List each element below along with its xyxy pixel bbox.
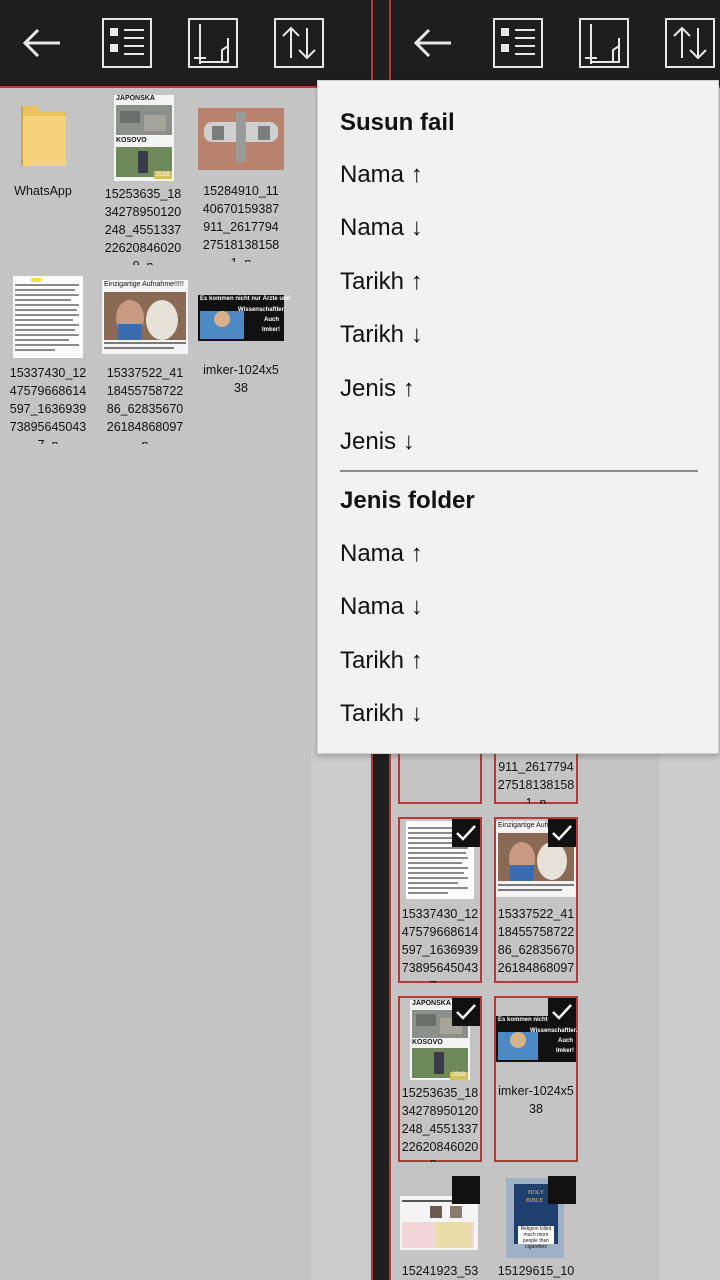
file-name: WhatsApp (14, 184, 72, 198)
selected-file-tile[interactable]: Einzigartige Aufna 15337522_41 184557587… (494, 817, 578, 983)
menu-separator (340, 470, 698, 472)
menu-item-files-type-asc[interactable]: Jenis ↑ (318, 363, 718, 415)
menu-heading-sort-files: Susun fail (340, 109, 455, 136)
thumb-text-imker-1: Es kommen nicht nur Ärzte und (200, 296, 291, 302)
menu-item-files-date-desc[interactable]: Tarikh ↓ (318, 309, 718, 361)
thumb-text-kosovo: KOSOVO (412, 1039, 443, 1046)
thumb-text-japonska: JAPONSKA (116, 95, 155, 102)
thumb-text-einzigartige: Einzigartige Aufnahme!!!!! (104, 281, 184, 288)
checkmark-icon (456, 1004, 476, 1020)
selected-file-tile[interactable]: Es kommen nicht nur Wissenschaftler. Auc… (494, 996, 578, 1162)
menu-item-folders-name-asc[interactable]: Nama ↑ (318, 528, 718, 580)
image-thumbnail: JAPONSKA KOSOVO 2016 (114, 95, 174, 181)
file-name: 15337522_41 18455758722 86_62835670 2618… (106, 366, 184, 444)
view-mode-button[interactable] (102, 18, 152, 68)
right-toolbar (391, 0, 720, 88)
file-name: 15337430_12 47579668614 597_1636939 7389… (401, 907, 479, 983)
sort-menu: Susun fail Nama ↑ Nama ↓ Tarikh ↑ Tarikh… (317, 80, 719, 754)
back-button[interactable] (409, 18, 459, 68)
new-file-icon (579, 18, 629, 68)
file-name: 15253635_18 34278950120 248_4551337 2262… (401, 1086, 479, 1162)
menu-heading-folder-type: Jenis folder (340, 487, 475, 514)
file-name: 15241923_53 (401, 1264, 479, 1278)
file-tile[interactable]: HOLY BIBLE Religion killed much more peo… (494, 1176, 578, 1280)
menu-item-files-type-desc[interactable]: Jenis ↓ (318, 416, 718, 468)
menu-item-folders-name-desc[interactable]: Nama ↓ (318, 581, 718, 633)
menu-item-files-name-desc[interactable]: Nama ↓ (318, 202, 718, 254)
thumb-text-imker-2: Wissenschaftler. (530, 1028, 578, 1034)
menu-item-folders-date-desc[interactable]: Tarikh ↓ (318, 688, 718, 740)
file-name: imker-1024x5 38 (203, 363, 279, 395)
checkbox-checked[interactable] (452, 819, 480, 847)
thumb-text-bible-caption: Religion killed much more people than ci… (520, 1226, 552, 1250)
selected-file-tile[interactable]: 15337430_12 47579668614 597_1636939 7389… (398, 817, 482, 983)
thumb-text-imker-3: Auch (264, 317, 279, 323)
checkbox-checked[interactable] (548, 998, 576, 1026)
thumb-text-kosovo: KOSOVO (116, 137, 147, 144)
back-arrow-icon (413, 28, 451, 58)
folder-icon (0, 100, 86, 172)
thumb-text-einzigartige: Einzigartige Aufna (498, 822, 555, 829)
image-thumbnail (400, 1196, 478, 1250)
checkbox-checked[interactable] (548, 819, 576, 847)
image-thumbnail (13, 276, 83, 358)
thumb-text-imker-4: Imker! (556, 1048, 575, 1054)
back-arrow-icon (22, 28, 60, 58)
thumb-text-imker-4: Imker! (262, 327, 281, 333)
thumb-text-bible-1: HOLY (528, 1190, 545, 1196)
new-file-icon (188, 18, 238, 68)
list-view-icon (102, 18, 152, 68)
file-tile[interactable]: 15241923_53 (398, 1176, 482, 1280)
thumb-text-year: 2016 (156, 172, 170, 178)
file-name: 911_2617794 27518138158 1_n (497, 760, 575, 804)
file-name: 15129615_10 (497, 1264, 575, 1278)
thumb-text-japonska: JAPONSKA (412, 1000, 451, 1007)
checkbox-unchecked[interactable] (548, 1176, 576, 1204)
checkbox-unchecked[interactable] (452, 1176, 480, 1204)
file-name: 15337430_12 47579668614 597_1636939 7389… (9, 366, 87, 444)
file-name: 15253635_18 34278950120 248_4551337 2262… (104, 187, 182, 265)
sort-button[interactable] (274, 18, 324, 68)
back-button[interactable] (18, 18, 68, 68)
sort-icon (665, 18, 715, 68)
list-view-icon (493, 18, 543, 68)
checkmark-icon (552, 825, 572, 841)
new-file-button[interactable] (579, 18, 629, 68)
new-file-button[interactable] (188, 18, 238, 68)
sort-button[interactable] (665, 18, 715, 68)
file-name: 15337522_41 18455758722 86_62835670 2618… (497, 907, 575, 983)
menu-item-files-name-asc[interactable]: Nama ↑ (318, 149, 718, 201)
checkmark-icon (552, 1004, 572, 1020)
checkmark-icon (456, 825, 476, 841)
image-thumbnail (198, 108, 284, 170)
thumb-text-imker-3: Auch (558, 1038, 573, 1044)
thumb-text-bible-2: BIBLE (526, 1198, 544, 1204)
menu-item-files-date-asc[interactable]: Tarikh ↑ (318, 256, 718, 308)
sort-icon (274, 18, 324, 68)
file-name: imker-1024x5 38 (498, 1084, 574, 1116)
file-name: 15284910_11 40670159387 911_2617794 2751… (202, 184, 280, 262)
image-thumbnail: Einzigartige Aufnahme!!!!! (102, 280, 188, 354)
thumb-text-year: 2016 (452, 1072, 466, 1078)
image-thumbnail: Es kommen nicht nur Ärzte und Wissenscha… (198, 295, 290, 341)
selected-file-tile[interactable]: JAPONSKA KOSOVO 2016 15253635_18 3427895… (398, 996, 482, 1162)
menu-item-folders-date-asc[interactable]: Tarikh ↑ (318, 635, 718, 687)
thumb-text-imker-2: Wissenschaftler. (238, 307, 286, 313)
checkbox-checked[interactable] (452, 998, 480, 1026)
view-mode-button[interactable] (493, 18, 543, 68)
left-file-pane: WhatsApp JAPONSKA KOSOVO 2016 15253635_1… (0, 0, 371, 1280)
left-toolbar (0, 0, 371, 88)
